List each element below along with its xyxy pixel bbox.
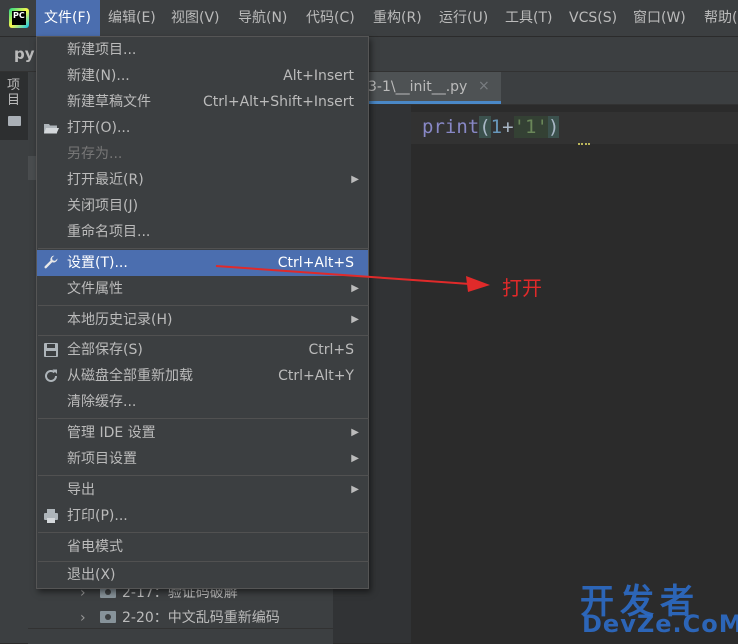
annotation-arrow (215, 265, 490, 292)
annotation-label: 打开 (502, 276, 542, 300)
watermark-logo-sub: DevZe.CoM (582, 610, 738, 638)
